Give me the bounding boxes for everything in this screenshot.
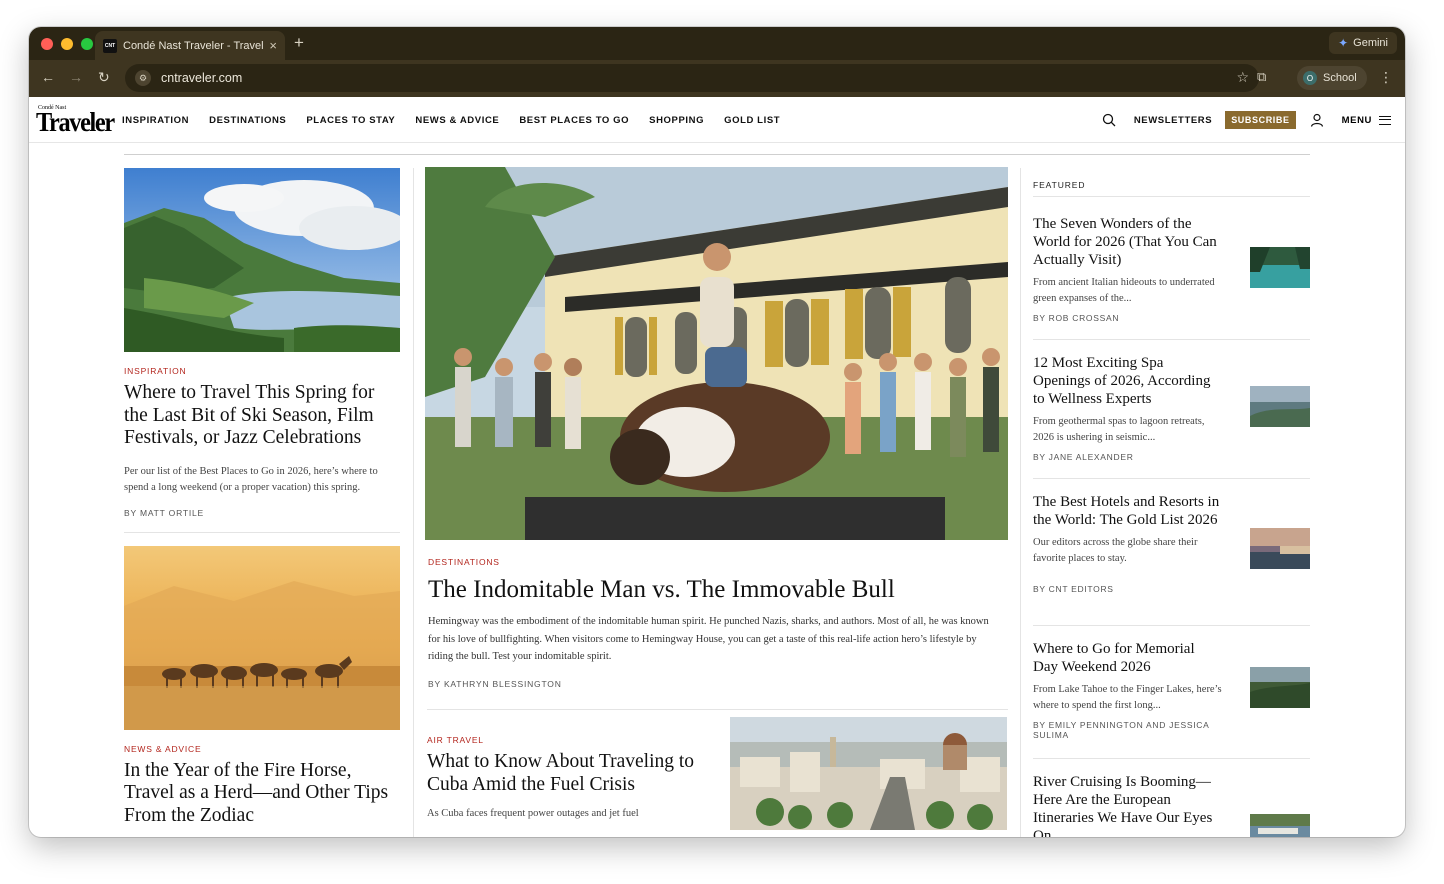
featured-title[interactable]: The Best Hotels and Resorts in the World… xyxy=(1033,493,1223,529)
featured-item[interactable]: Where to Go for Memorial Day Weekend 202… xyxy=(1033,626,1310,759)
tab-search-icon[interactable]: ⧉ xyxy=(1257,69,1266,85)
nav-inspiration[interactable]: INSPIRATION xyxy=(122,115,189,126)
column-divider xyxy=(413,168,414,837)
address-bar[interactable]: ⚙ cntraveler.com ☆ xyxy=(125,64,1259,92)
main-nav: INSPIRATION DESTINATIONS PLACES TO STAY … xyxy=(122,97,780,143)
wild-horses-image[interactable] xyxy=(124,545,400,730)
coastal-spa-thumbnail[interactable] xyxy=(1250,386,1310,427)
article-dek: As Cuba faces frequent power outages and… xyxy=(427,807,639,819)
site-header: Condé Nast Traveler INSPIRATION DESTINAT… xyxy=(29,97,1405,143)
menu-button[interactable]: MENU xyxy=(1342,115,1372,126)
newsletters-link[interactable]: NEWSLETTERS xyxy=(1134,115,1212,126)
header-actions: NEWSLETTERS SUBSCRIBE MENU xyxy=(1102,97,1391,143)
featured-dek: Our editors across the globe share their… xyxy=(1033,537,1198,564)
article-kicker[interactable]: INSPIRATION xyxy=(124,366,400,376)
featured-item[interactable]: River Cruising Is Booming—Here Are the E… xyxy=(1033,759,1310,837)
featured-dek: From Lake Tahoe to the Finger Lakes, her… xyxy=(1033,684,1222,711)
subscribe-button[interactable]: SUBSCRIBE xyxy=(1225,111,1296,129)
article-byline[interactable]: BY KATHRYN BLESSINGTON xyxy=(428,679,1008,689)
forward-arrow-icon[interactable]: → xyxy=(69,69,83,85)
back-arrow-icon[interactable]: ← xyxy=(41,69,55,85)
article-title[interactable]: Where to Travel This Spring for the Last… xyxy=(124,382,400,450)
profile-name: School xyxy=(1323,72,1357,84)
article-dek: Hemingway was the embodiment of the indo… xyxy=(428,616,989,662)
reload-icon[interactable]: ↻ xyxy=(98,69,110,86)
browser-toolbar: ← → ↻ ⚙ cntraveler.com ☆ ⧉ O School ⋮ xyxy=(29,60,1405,97)
featured-byline[interactable]: BY EMILY PENNINGTON AND JESSICA SULIMA xyxy=(1033,720,1223,740)
secondary-story: AIR TRAVEL What to Know About Traveling … xyxy=(425,710,1008,830)
featured-byline[interactable]: BY ROB CROSSAN xyxy=(1033,313,1223,323)
featured-byline[interactable]: BY JANE ALEXANDER xyxy=(1033,452,1223,462)
browser-window: CNT Condé Nast Traveler - Travel × + ✦ G… xyxy=(29,27,1405,837)
featured-dek: From ancient Italian hideouts to underra… xyxy=(1033,277,1215,304)
turquoise-lake-thumbnail[interactable] xyxy=(1250,247,1310,288)
maximize-window-button[interactable] xyxy=(81,38,93,50)
search-icon[interactable] xyxy=(1102,113,1116,127)
vineyard-valley-thumbnail[interactable] xyxy=(1250,667,1310,708)
article-title[interactable]: In the Year of the Fire Horse, Travel as… xyxy=(124,760,400,828)
nav-destinations[interactable]: DESTINATIONS xyxy=(209,115,286,126)
featured-title[interactable]: River Cruising Is Booming—Here Are the E… xyxy=(1033,773,1223,837)
hawaii-mountain-lake-image[interactable] xyxy=(124,168,400,352)
close-window-button[interactable] xyxy=(41,38,53,50)
traveler-logo[interactable]: Condé Nast Traveler xyxy=(36,105,115,136)
article-kicker[interactable]: AIR TRAVEL xyxy=(427,735,484,745)
featured-byline[interactable]: BY CNT EDITORS xyxy=(1033,584,1223,594)
article-kicker[interactable]: NEWS & ADVICE xyxy=(124,744,400,754)
tab-title: Condé Nast Traveler - Travel xyxy=(123,39,264,52)
resort-sunset-thumbnail[interactable] xyxy=(1250,528,1310,569)
hemingway-house-bull-ride-image[interactable] xyxy=(425,167,1008,540)
havana-cityscape-image[interactable] xyxy=(730,716,1007,830)
featured-title[interactable]: 12 Most Exciting Spa Openings of 2026, A… xyxy=(1033,354,1223,408)
page-content: INSPIRATION Where to Travel This Spring … xyxy=(29,144,1405,837)
featured-item[interactable]: 12 Most Exciting Spa Openings of 2026, A… xyxy=(1033,340,1310,479)
nav-news-advice[interactable]: NEWS & ADVICE xyxy=(415,115,499,126)
featured-title[interactable]: The Seven Wonders of the World for 2026 … xyxy=(1033,215,1223,269)
profile-avatar: O xyxy=(1303,71,1317,85)
featured-item[interactable]: The Best Hotels and Resorts in the World… xyxy=(1033,479,1310,626)
top-rule xyxy=(124,154,1310,155)
site-info-icon[interactable]: ⚙ xyxy=(135,70,151,86)
window-controls xyxy=(41,38,93,50)
featured-item[interactable]: The Seven Wonders of the World for 2026 … xyxy=(1033,197,1310,340)
url-text[interactable]: cntraveler.com xyxy=(161,71,242,85)
article-kicker[interactable]: DESTINATIONS xyxy=(428,557,1008,567)
nav-best-places-to-go[interactable]: BEST PLACES TO GO xyxy=(519,115,629,126)
cnt-favicon-icon: CNT xyxy=(103,38,117,53)
new-tab-button[interactable]: + xyxy=(294,33,304,53)
nav-shopping[interactable]: SHOPPING xyxy=(649,115,704,126)
featured-dek: From geothermal spas to lagoon retreats,… xyxy=(1033,416,1205,443)
logo-wordmark: Traveler xyxy=(36,107,115,137)
profile-button[interactable]: O School xyxy=(1297,66,1367,90)
gemini-button[interactable]: ✦ Gemini xyxy=(1329,32,1397,54)
article-dek: Per our list of the Best Places to Go in… xyxy=(124,465,378,493)
more-vert-icon[interactable]: ⋮ xyxy=(1379,69,1393,86)
column-divider xyxy=(1020,168,1021,837)
nav-places-to-stay[interactable]: PLACES TO STAY xyxy=(306,115,395,126)
account-icon[interactable] xyxy=(1310,113,1324,127)
featured-column: FEATURED The Seven Wonders of the World … xyxy=(1033,168,1310,837)
left-column: INSPIRATION Where to Travel This Spring … xyxy=(124,168,400,827)
gemini-sparkle-icon: ✦ xyxy=(1338,36,1349,50)
minimize-window-button[interactable] xyxy=(61,38,73,50)
hamburger-menu-icon[interactable] xyxy=(1379,115,1391,125)
tab-close-icon[interactable]: × xyxy=(269,38,277,53)
article-title[interactable]: The Indomitable Man vs. The Immovable Bu… xyxy=(428,575,1008,605)
featured-title[interactable]: Where to Go for Memorial Day Weekend 202… xyxy=(1033,640,1223,676)
nav-gold-list[interactable]: GOLD LIST xyxy=(724,115,780,126)
featured-heading: FEATURED xyxy=(1033,168,1310,197)
article-title[interactable]: What to Know About Traveling to Cuba Ami… xyxy=(427,750,707,796)
river-cruise-thumbnail[interactable] xyxy=(1250,814,1310,837)
browser-titlebar: CNT Condé Nast Traveler - Travel × + ✦ G… xyxy=(29,27,1405,60)
card-divider xyxy=(124,531,400,533)
gemini-label: Gemini xyxy=(1353,37,1388,49)
browser-tab-active[interactable]: CNT Condé Nast Traveler - Travel × xyxy=(95,31,285,60)
center-column: DESTINATIONS The Indomitable Man vs. The… xyxy=(425,167,1008,830)
bookmark-star-icon[interactable]: ☆ xyxy=(1236,69,1249,86)
article-byline[interactable]: BY MATT ORTILE xyxy=(124,508,400,518)
